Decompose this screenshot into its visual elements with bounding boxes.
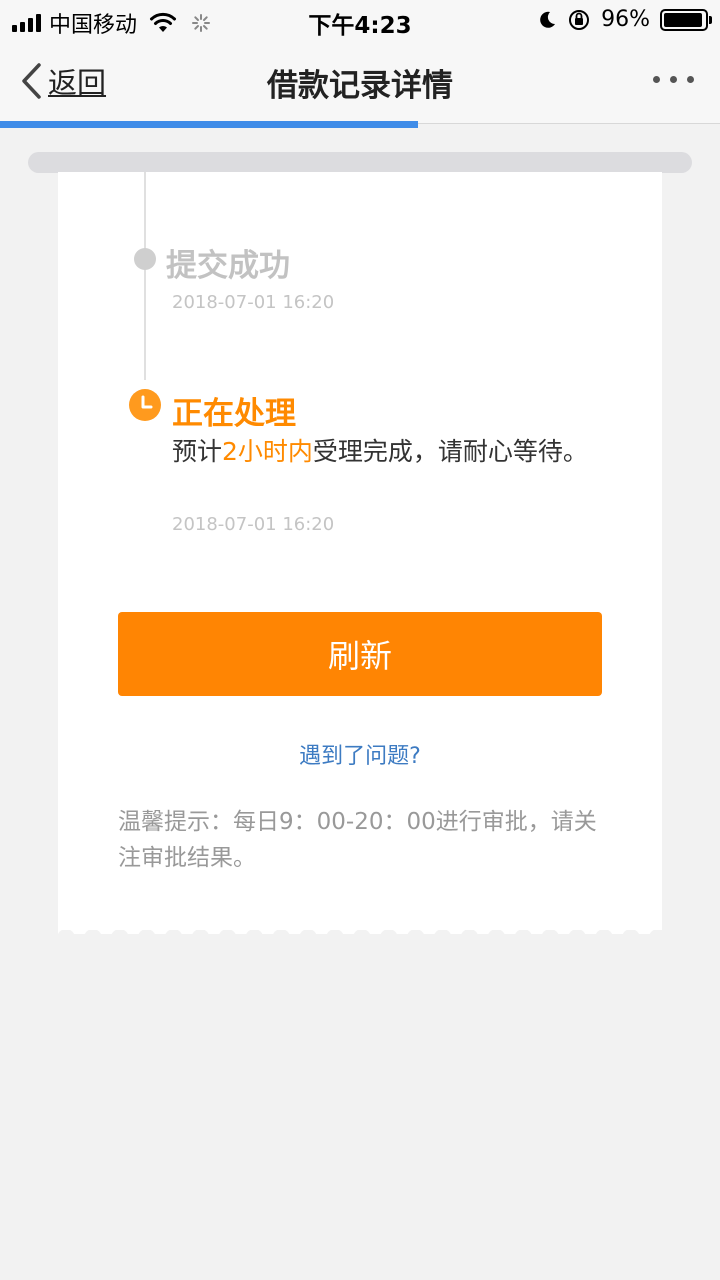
- tip-text: 温馨提示：每日9：00-20：00进行审批，请关注审批结果。: [118, 809, 597, 871]
- battery-percent: 96%: [601, 7, 650, 32]
- scallop-notch: [326, 930, 344, 944]
- back-label: 返回: [48, 66, 107, 100]
- step-time-processing: 2018-07-01 16:20: [172, 514, 335, 535]
- scallop-notch: [191, 930, 210, 944]
- refresh-button[interactable]: 刷新: [118, 612, 602, 696]
- battery-icon: [660, 8, 712, 31]
- status-bar: 中国移动 下午4:23 96%: [0, 0, 720, 40]
- scallop-notch: [245, 930, 264, 944]
- receipt-card: 提交成功 2018-07-01 16:20 正在处理 预计2小时内受理完成，请耐…: [58, 172, 662, 934]
- scallop-notch: [595, 930, 613, 944]
- scallop-notch: [406, 930, 425, 944]
- step-title-processing: 正在处理: [172, 396, 296, 432]
- scallop-notch: [568, 930, 587, 944]
- scallop-notch: [487, 930, 506, 944]
- desc-highlight: 2小时内: [222, 437, 313, 466]
- page-load-progress-fill: [0, 121, 418, 128]
- moon-icon: [540, 11, 556, 28]
- page-title: 借款记录详情: [267, 68, 453, 104]
- scallop-notch: [58, 930, 75, 944]
- step-desc-processing: 预计2小时内受理完成，请耐心等待。: [172, 434, 592, 470]
- scallop-notch: [433, 930, 452, 944]
- receipt-slot: [28, 152, 692, 173]
- scallop-notch: [460, 930, 479, 944]
- battery-fill: [664, 12, 703, 27]
- scallop-notch: [218, 930, 237, 944]
- scallop-notch: [83, 930, 102, 944]
- back-button[interactable]: 返回: [20, 60, 106, 102]
- chevron-left-icon: [22, 63, 41, 99]
- scallop-notch: [621, 930, 640, 944]
- dot-icon: [134, 248, 156, 270]
- nav-bar: 返回 借款记录详情: [0, 40, 720, 124]
- receipt-scalloped-edge: [58, 930, 662, 944]
- scallop-notch: [379, 930, 398, 944]
- page-load-progress: [0, 121, 720, 128]
- timeline-line: [144, 172, 146, 380]
- scallop-notch: [272, 930, 291, 944]
- scallop-notch: [541, 930, 560, 944]
- more-dots-icon[interactable]: [653, 76, 694, 83]
- scallop-notch: [352, 930, 371, 944]
- scallop-notch: [164, 930, 183, 944]
- desc-prefix: 预计: [172, 437, 223, 466]
- clock-icon: [129, 389, 161, 421]
- scallop-notch: [110, 930, 129, 944]
- desc-suffix: 受理完成，请耐心等待。: [312, 437, 588, 466]
- help-link[interactable]: 遇到了问题?: [58, 738, 662, 770]
- step-time-submitted: 2018-07-01 16:20: [172, 292, 335, 313]
- step-title-submitted: 提交成功: [166, 248, 290, 284]
- scallop-notch: [514, 930, 533, 944]
- status-right: 96%: [537, 7, 712, 32]
- scallop-notch: [299, 930, 318, 944]
- orientation-lock-icon: [569, 9, 590, 30]
- scallop-notch: [137, 930, 156, 944]
